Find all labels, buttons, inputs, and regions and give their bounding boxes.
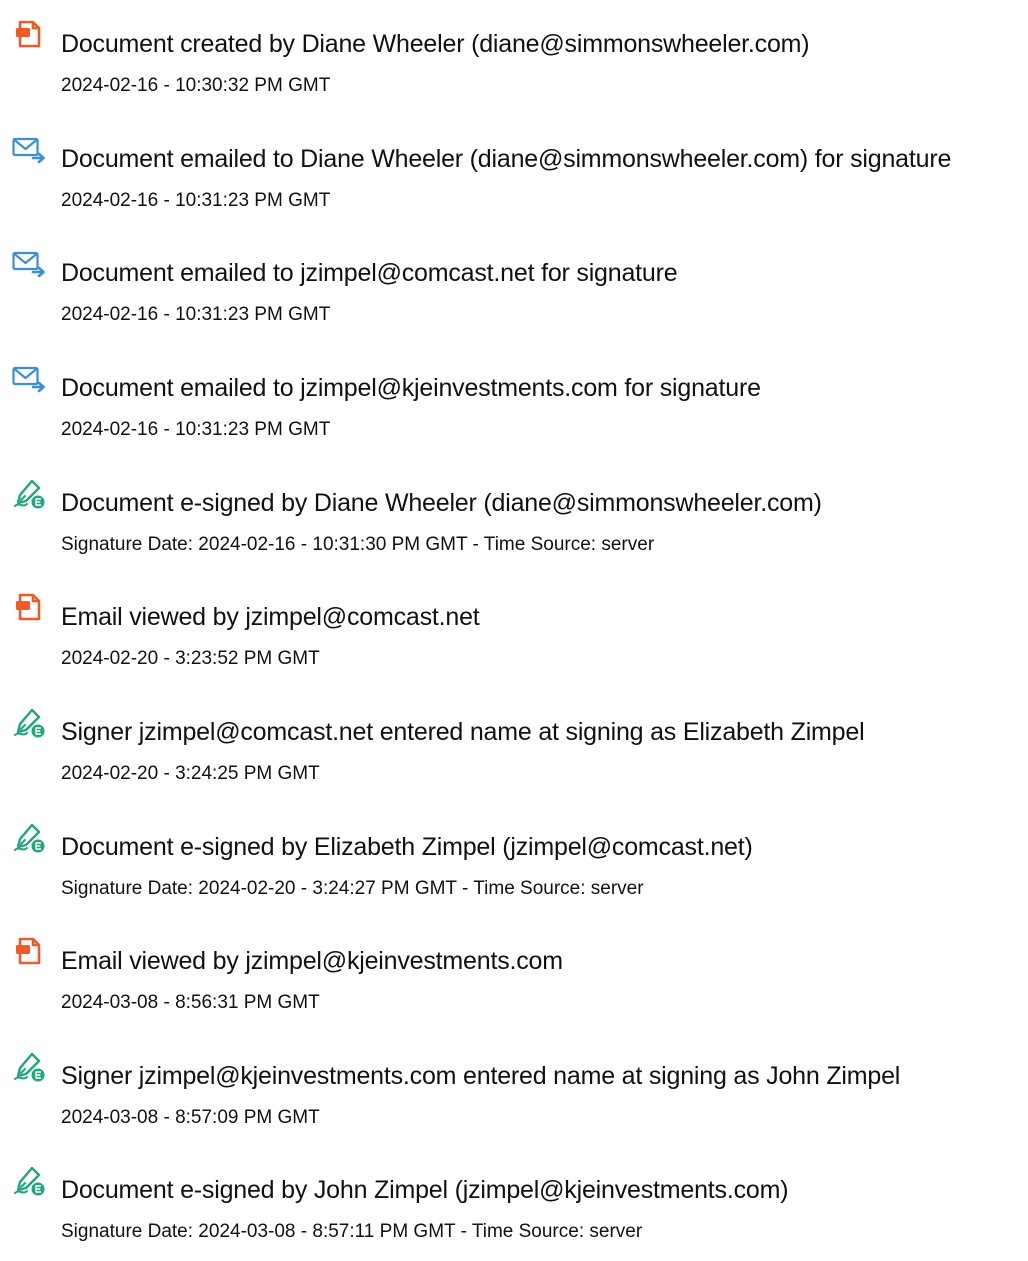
audit-entry: Email viewed by jzimpel@kjeinvestments.c… [0, 932, 1028, 1032]
entry-timestamp: 2024-03-08 - 8:57:09 PM GMT [61, 1107, 320, 1128]
audit-entry: Signer jzimpel@kjeinvestments.com entere… [0, 1047, 1028, 1147]
pen-signed-icon [12, 476, 46, 510]
pen-signed-icon [12, 705, 46, 739]
audit-entry: Document created by Diane Wheeler (diane… [0, 15, 1028, 115]
audit-entry: Signer jzimpel@comcast.net entered name … [0, 703, 1028, 803]
entry-timestamp: 2024-02-20 - 3:24:25 PM GMT [61, 763, 320, 784]
entry-signature-date: Signature Date: 2024-03-08 - 8:57:11 PM … [61, 1221, 643, 1242]
audit-entry: Document e-signed by John Zimpel (jzimpe… [0, 1161, 1028, 1261]
entry-title: Document e-signed by John Zimpel (jzimpe… [61, 1176, 789, 1204]
pen-signed-icon [12, 820, 46, 854]
entry-signature-date: Signature Date: 2024-02-16 - 10:31:30 PM… [61, 534, 655, 555]
audit-entry: Document e-signed by Elizabeth Zimpel (j… [0, 818, 1028, 918]
pen-signed-icon [12, 1049, 46, 1083]
document-icon [12, 934, 46, 968]
email-sent-icon [12, 361, 46, 395]
pen-signed-icon [12, 1163, 46, 1197]
audit-log: Document created by Diane Wheeler (diane… [0, 0, 1028, 1242]
entry-timestamp: 2024-02-16 - 10:31:23 PM GMT [61, 419, 331, 440]
entry-timestamp: 2024-02-16 - 10:31:23 PM GMT [61, 304, 331, 325]
audit-entry: Document emailed to jzimpel@kjeinvestmen… [0, 359, 1028, 459]
email-sent-icon [12, 246, 46, 280]
entry-title: Document created by Diane Wheeler (diane… [61, 30, 810, 58]
entry-timestamp: 2024-03-08 - 8:56:31 PM GMT [61, 992, 320, 1013]
audit-entry: Document emailed to jzimpel@comcast.net … [0, 244, 1028, 344]
entry-timestamp: 2024-02-16 - 10:31:23 PM GMT [61, 190, 331, 211]
entry-title: Email viewed by jzimpel@comcast.net [61, 603, 480, 631]
entry-timestamp: 2024-02-16 - 10:30:32 PM GMT [61, 75, 331, 96]
audit-entry: Document e-signed by Diane Wheeler (dian… [0, 474, 1028, 574]
document-icon [12, 17, 46, 51]
entry-title: Document emailed to jzimpel@kjeinvestmen… [61, 374, 761, 402]
document-icon [12, 590, 46, 624]
audit-entry: Document emailed to Diane Wheeler (diane… [0, 130, 1028, 230]
entry-title: Signer jzimpel@comcast.net entered name … [61, 718, 865, 746]
entry-title: Document e-signed by Elizabeth Zimpel (j… [61, 833, 753, 861]
email-sent-icon [12, 132, 46, 166]
entry-title: Signer jzimpel@kjeinvestments.com entere… [61, 1062, 901, 1090]
entry-title: Document emailed to jzimpel@comcast.net … [61, 259, 678, 287]
audit-entry: Email viewed by jzimpel@comcast.net 2024… [0, 588, 1028, 688]
entry-timestamp: 2024-02-20 - 3:23:52 PM GMT [61, 648, 320, 669]
entry-title: Document emailed to Diane Wheeler (diane… [61, 145, 952, 173]
entry-signature-date: Signature Date: 2024-02-20 - 3:24:27 PM … [61, 878, 644, 899]
entry-title: Document e-signed by Diane Wheeler (dian… [61, 489, 822, 517]
entry-title: Email viewed by jzimpel@kjeinvestments.c… [61, 947, 563, 975]
